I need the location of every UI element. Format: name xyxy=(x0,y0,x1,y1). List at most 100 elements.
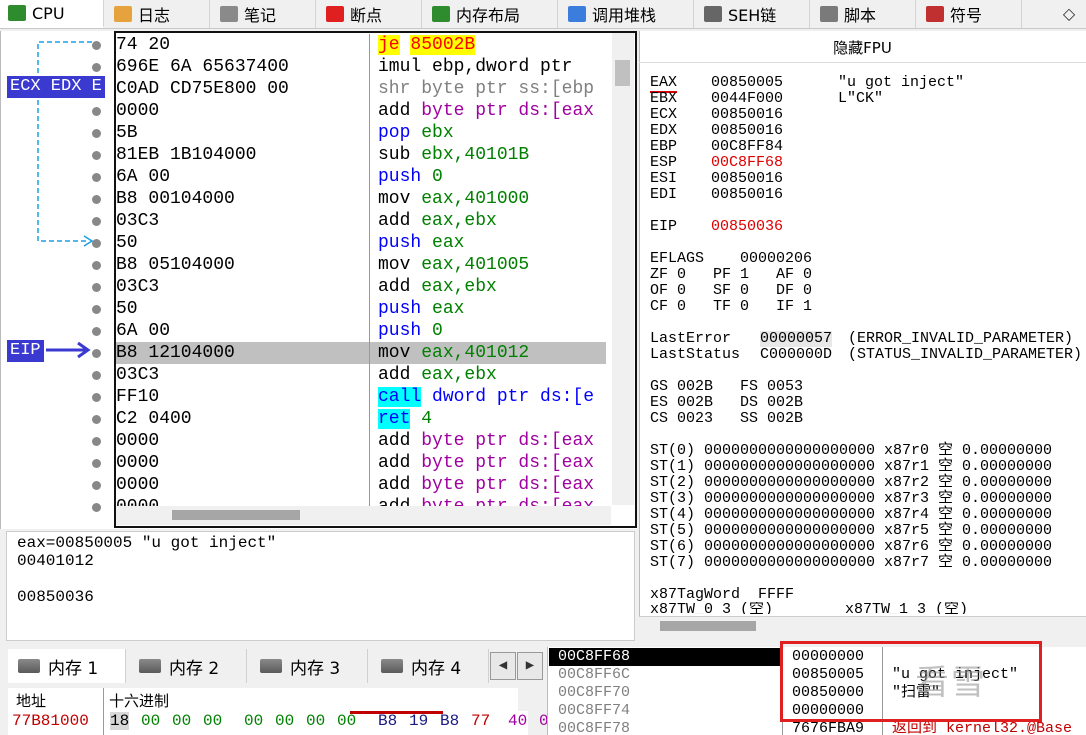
column-separator xyxy=(369,364,370,386)
register-value[interactable]: 00C8FF68 xyxy=(711,155,783,171)
instruction: mov eax,401000 xyxy=(378,188,606,210)
disasm-row[interactable]: 0000 add byte ptr ds:[eax xyxy=(116,430,606,452)
breakpoint-dot[interactable] xyxy=(92,305,101,314)
disasm-row[interactable]: 74 20 je 85002B xyxy=(116,34,606,56)
dump-byte[interactable]: 40 xyxy=(508,712,527,730)
disasm-row[interactable]: 03C3 add eax,ebx xyxy=(116,210,606,232)
register-value[interactable]: 00850016 xyxy=(711,171,783,187)
register-value[interactable]: 00850016 xyxy=(711,107,783,123)
disassembly-vscroll-thumb[interactable] xyxy=(615,60,630,86)
x87-tagword: x87TagWord FFFF xyxy=(650,586,795,603)
tab-log[interactable]: 日志 xyxy=(106,0,210,28)
tab-call-stack[interactable]: 调用堆栈 xyxy=(560,0,694,28)
breakpoint-dot[interactable] xyxy=(92,327,101,336)
register-hscroll-thumb[interactable] xyxy=(660,621,756,631)
tab-label: 笔记 xyxy=(244,6,277,25)
disasm-row[interactable]: C0AD CD75E800 00 shr byte ptr ss:[ebp xyxy=(116,78,606,100)
disasm-row[interactable]: 50 push eax xyxy=(116,232,606,254)
tab-breakpoint[interactable]: 断点 xyxy=(318,0,422,28)
tab-memory-3[interactable]: 内存 3 xyxy=(250,649,368,683)
tab-scroll-icon[interactable]: ◇ xyxy=(1052,2,1086,26)
tab-symbols[interactable]: 符号 xyxy=(918,0,1022,28)
dump-byte[interactable]: 00 xyxy=(244,712,263,730)
breakpoint-dot[interactable] xyxy=(92,503,101,512)
register-name[interactable]: EDI xyxy=(650,187,677,203)
register-name[interactable]: ESI xyxy=(650,171,677,187)
dump-byte[interactable]: 00 xyxy=(275,712,294,730)
disasm-row[interactable]: C2 0400 ret 4 xyxy=(116,408,606,430)
dump-byte[interactable]: 00 xyxy=(172,712,191,730)
stack-address: 00C8FF74 xyxy=(558,702,631,719)
dump-vscrollbar[interactable] xyxy=(528,711,540,735)
breakpoint-dot[interactable] xyxy=(92,481,101,490)
dump-byte[interactable]: 00 xyxy=(141,712,160,730)
tab-script[interactable]: 脚本 xyxy=(812,0,916,28)
register-name[interactable]: EDX xyxy=(650,123,677,139)
disasm-row[interactable]: 0000 add byte ptr ds:[eax xyxy=(116,474,606,496)
disasm-row[interactable]: 50 push eax xyxy=(116,298,606,320)
stack-row[interactable]: 00C8FF78 7676FBA9 返回到 kernel32.@Base xyxy=(549,720,1084,735)
disassembly-vscrollbar[interactable] xyxy=(612,33,634,505)
dump-byte[interactable]: 19 xyxy=(409,712,428,730)
disasm-row[interactable]: 696E 6A 65637400 imul ebp,dword ptr xyxy=(116,56,606,78)
register-name[interactable]: ECX xyxy=(650,107,677,123)
register-value[interactable]: 00850016 xyxy=(711,123,783,139)
register-value[interactable]: 00C8FF84 xyxy=(711,139,783,155)
disasm-row[interactable]: 5B pop ebx xyxy=(116,122,606,144)
breakpoint-dot[interactable] xyxy=(92,283,101,292)
register-value[interactable]: 0044F000 xyxy=(711,91,783,107)
disasm-row[interactable]: 6A 00 push 0 xyxy=(116,320,606,342)
stack-comment: 返回到 kernel32.@Base xyxy=(892,720,1073,735)
tab-scroll-right-icon[interactable]: ▶ xyxy=(517,652,543,680)
breakpoint-dot[interactable] xyxy=(92,459,101,468)
tab-label: 日志 xyxy=(138,6,171,25)
disasm-row[interactable]: 6A 00 push 0 xyxy=(116,166,606,188)
tab-memory-1[interactable]: 内存 1 xyxy=(8,649,126,683)
dump-byte[interactable]: 00 xyxy=(337,712,356,730)
instruction: pop ebx xyxy=(378,122,606,144)
dump-byte[interactable]: 00 xyxy=(306,712,325,730)
tab-memory-4[interactable]: 内存 4 xyxy=(371,649,489,683)
disasm-row[interactable]: 03C3 add eax,ebx xyxy=(116,364,606,386)
disasm-row[interactable]: FF10 call dword ptr ds:[e xyxy=(116,386,606,408)
disasm-row[interactable]: 0000 add byte ptr ds:[eax xyxy=(116,100,606,122)
operands: byte ptr ds:[eax xyxy=(421,101,595,121)
dump-byte[interactable]: 18 xyxy=(110,712,130,730)
breakpoint-dot[interactable] xyxy=(92,437,101,446)
tab-memory-2[interactable]: 内存 2 xyxy=(129,649,247,683)
disasm-row-current[interactable]: B8 12104000 mov eax,401012 xyxy=(116,342,606,364)
disasm-row[interactable]: B8 05104000 mov eax,401005 xyxy=(116,254,606,276)
tab-cpu[interactable]: CPU xyxy=(0,0,104,28)
dump-address[interactable]: 77B81000 xyxy=(12,712,89,730)
disasm-row[interactable]: B8 00104000 mov eax,401000 xyxy=(116,188,606,210)
register-name[interactable]: ESP xyxy=(650,155,677,171)
tab-notes[interactable]: 笔记 xyxy=(212,0,316,28)
hide-fpu-toggle[interactable]: 隐藏FPU xyxy=(639,33,1086,63)
info-line: eax=00850005 "u got inject" xyxy=(17,534,277,552)
breakpoint-dot[interactable] xyxy=(92,393,101,402)
column-separator xyxy=(369,56,370,78)
disasm-row[interactable]: 03C3 add eax,ebx xyxy=(116,276,606,298)
breakpoint-dot[interactable] xyxy=(92,371,101,380)
memory-icon xyxy=(139,659,161,673)
disassembly-hscroll-thumb[interactable] xyxy=(172,510,300,520)
instruction-bytes: 50 xyxy=(116,233,138,253)
dump-byte[interactable]: 77 xyxy=(471,712,490,730)
dump-byte[interactable]: B8 xyxy=(378,712,397,730)
register-value[interactable]: 00850005 xyxy=(711,75,783,91)
memory-dump[interactable]: 77B810001800000000000000B819B8774000 xyxy=(8,711,558,735)
register-name[interactable]: EBX xyxy=(650,91,677,107)
breakpoint-dot[interactable] xyxy=(92,415,101,424)
tab-seh-chain[interactable]: SEH链 xyxy=(696,0,810,28)
disasm-row[interactable]: 0000 add byte ptr ds:[eax xyxy=(116,452,606,474)
breakpoint-dot[interactable] xyxy=(92,261,101,270)
register-value[interactable]: 00850016 xyxy=(711,187,783,203)
dump-byte[interactable]: B8 xyxy=(440,712,459,730)
disasm-row[interactable]: 81EB 1B104000 sub ebx,40101B xyxy=(116,144,606,166)
register-name[interactable]: EBP xyxy=(650,139,677,155)
instruction: ret 4 xyxy=(378,408,606,430)
tab-memory-map[interactable]: 内存布局 xyxy=(424,0,558,28)
dump-byte[interactable]: 00 xyxy=(203,712,222,730)
tab-scroll-left-icon[interactable]: ◀ xyxy=(490,652,516,680)
dump-header: 地址 十六进制 xyxy=(8,688,518,712)
